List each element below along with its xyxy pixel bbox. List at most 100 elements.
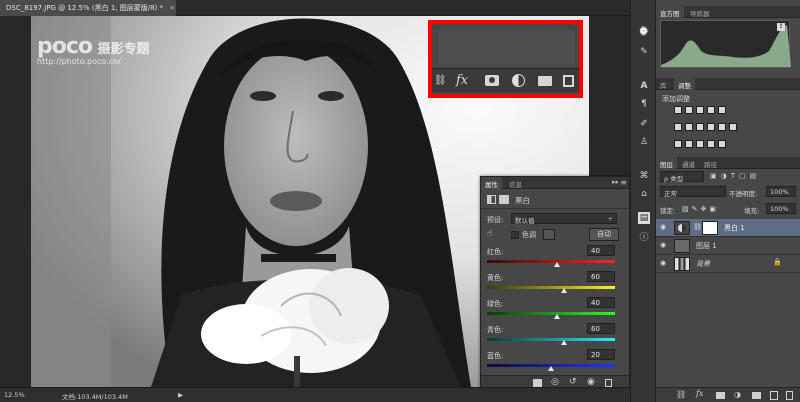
levels-icon[interactable] (685, 106, 693, 114)
layer-row-background[interactable]: ◉ 背景 🔒 (656, 255, 800, 273)
slider-thumb[interactable] (548, 366, 554, 371)
fill-input[interactable]: 100% (766, 203, 796, 214)
brush-icon[interactable]: ✐ (638, 118, 650, 130)
smart-filter-icon[interactable]: ▤ (750, 172, 761, 180)
status-arrow-icon[interactable]: ▶ (178, 391, 183, 399)
tab-library[interactable]: 库 (656, 78, 671, 90)
properties-panel[interactable]: 属性 信息 ▸▸ ≡ 黑白 预设: 默认值 ÷ ☝ 色调 自动 红色: 40 黄色:… (480, 176, 630, 391)
brightness-icon[interactable] (674, 106, 682, 114)
slider-value-input[interactable]: 20 (587, 349, 615, 360)
styles-icon[interactable]: ⌂ (638, 188, 650, 200)
tab-layers[interactable]: 图层 (656, 157, 677, 169)
trash-icon[interactable] (605, 379, 612, 387)
lock-pixels-icon[interactable]: ✎ (692, 205, 701, 213)
link-icon[interactable]: ⛓ (434, 75, 447, 86)
close-icon[interactable]: × (169, 4, 175, 12)
link-chain-icon[interactable]: ⛓ (693, 223, 702, 231)
color-balance-icon[interactable] (685, 123, 693, 131)
curves-icon[interactable] (696, 106, 704, 114)
fx-icon[interactable]: fx (456, 73, 468, 88)
slider-thumb[interactable] (560, 288, 567, 293)
tint-checkbox[interactable] (511, 231, 519, 239)
new-group-icon[interactable] (752, 392, 761, 399)
info-icon[interactable]: ⓘ (638, 232, 650, 244)
selective-color-icon[interactable] (707, 140, 715, 148)
posterize-icon[interactable] (685, 140, 693, 148)
layer-style-icon[interactable]: fx (696, 389, 703, 398)
character-icon[interactable]: A (638, 80, 650, 92)
lock-transparent-icon[interactable]: ▧ (682, 205, 692, 213)
document-tab[interactable]: DSC_8197.JPG @ 12.5% (黑白 1, 图层蒙版/8) * × (0, 0, 176, 16)
exposure-icon[interactable] (707, 106, 715, 114)
delete-layer-icon[interactable] (786, 391, 793, 400)
slider-track[interactable] (487, 312, 615, 315)
tab-channels[interactable]: 通道 (678, 157, 699, 169)
slider-value-input[interactable]: 40 (587, 297, 615, 308)
opacity-input[interactable]: 100% (766, 186, 796, 197)
visibility-eye-icon[interactable]: ◉ (660, 223, 669, 232)
mask-icon[interactable] (485, 75, 499, 86)
blend-mode-select[interactable]: 正常 (660, 186, 726, 198)
visibility-eye-icon[interactable]: ◉ (660, 259, 669, 268)
layer-filter-select[interactable]: ρ 类型 (660, 171, 704, 183)
add-mask-icon[interactable] (716, 392, 725, 399)
visibility-icon[interactable]: ◉ (587, 377, 595, 387)
slider-track[interactable] (487, 260, 615, 263)
color-lookup-icon[interactable] (729, 123, 737, 131)
tool-presets-icon[interactable]: ⌘ (638, 170, 650, 182)
hand-tool-icon[interactable]: ☝ (487, 229, 492, 239)
folder-icon[interactable] (538, 76, 552, 86)
tab-info[interactable]: 信息 (505, 177, 526, 189)
slider-track[interactable] (487, 338, 615, 341)
visibility-eye-icon[interactable]: ◉ (660, 241, 669, 250)
black-white-icon[interactable] (696, 123, 704, 131)
new-adjustment-icon[interactable]: ◑ (734, 390, 741, 399)
new-layer-icon[interactable] (770, 391, 778, 400)
threshold-icon[interactable] (696, 140, 704, 148)
gradient-map-icon[interactable] (718, 140, 726, 148)
slider-value-input[interactable]: 40 (587, 245, 615, 256)
channel-mixer-icon[interactable] (718, 123, 726, 131)
tab-histogram[interactable]: 直方图 (656, 6, 684, 18)
slider-thumb[interactable] (554, 262, 561, 267)
pixel-filter-icon[interactable]: ▣ (710, 172, 721, 180)
tab-properties[interactable]: 属性 (481, 177, 502, 189)
mask-toggle-icon[interactable] (499, 195, 509, 204)
slider-thumb[interactable] (560, 340, 567, 345)
properties-panel-icon[interactable]: ▤ (638, 212, 650, 224)
invert-icon[interactable] (674, 140, 682, 148)
hue-saturation-icon[interactable] (674, 123, 682, 131)
zoom-level[interactable]: 12.5% (4, 391, 25, 399)
new-layer-icon[interactable] (563, 75, 574, 87)
paragraph-icon[interactable]: ¶ (638, 98, 650, 110)
adjustment-filter-icon[interactable]: ◑ (721, 172, 731, 180)
preset-select[interactable]: 默认值 ÷ (511, 213, 617, 225)
link-layers-icon[interactable]: ⛓ (676, 390, 686, 399)
view-previous-icon[interactable]: ◎ (551, 377, 559, 387)
layer-row-black-white[interactable]: ◉ ⛓ 黑白 1 (656, 219, 800, 237)
brush-presets-icon[interactable]: ✎ (638, 46, 650, 58)
tint-swatch[interactable] (543, 229, 555, 240)
collapse-icon[interactable]: ▸▸ (612, 178, 619, 186)
clip-to-layer-icon[interactable] (533, 379, 542, 387)
tab-adjustments[interactable]: 调整 (674, 78, 695, 90)
slider-value-input[interactable]: 60 (587, 271, 615, 282)
clone-source-icon[interactable]: ♙ (638, 136, 650, 148)
vibrance-icon[interactable] (718, 106, 726, 114)
tab-paths[interactable]: 路径 (700, 157, 721, 169)
layer-mask-thumb[interactable] (702, 221, 718, 235)
slider-thumb[interactable] (554, 314, 561, 319)
photo-filter-icon[interactable] (707, 123, 715, 131)
slider-track[interactable] (487, 286, 615, 289)
shape-filter-icon[interactable]: ▢ (739, 172, 750, 180)
warning-icon[interactable]: ! (777, 23, 785, 31)
history-icon[interactable]: ⌚ (638, 26, 650, 38)
auto-button[interactable]: 自动 (589, 228, 619, 241)
lock-all-icon[interactable]: ▣ (709, 205, 719, 213)
slider-value-input[interactable]: 60 (587, 323, 615, 334)
adjustment-icon[interactable] (512, 74, 525, 87)
tab-navigator[interactable]: 导航器 (686, 6, 714, 18)
type-filter-icon[interactable]: T (731, 172, 739, 180)
panel-menu-icon[interactable]: ≡ (620, 178, 627, 187)
layer-row-layer-1[interactable]: ◉ 图层 1 (656, 237, 800, 255)
